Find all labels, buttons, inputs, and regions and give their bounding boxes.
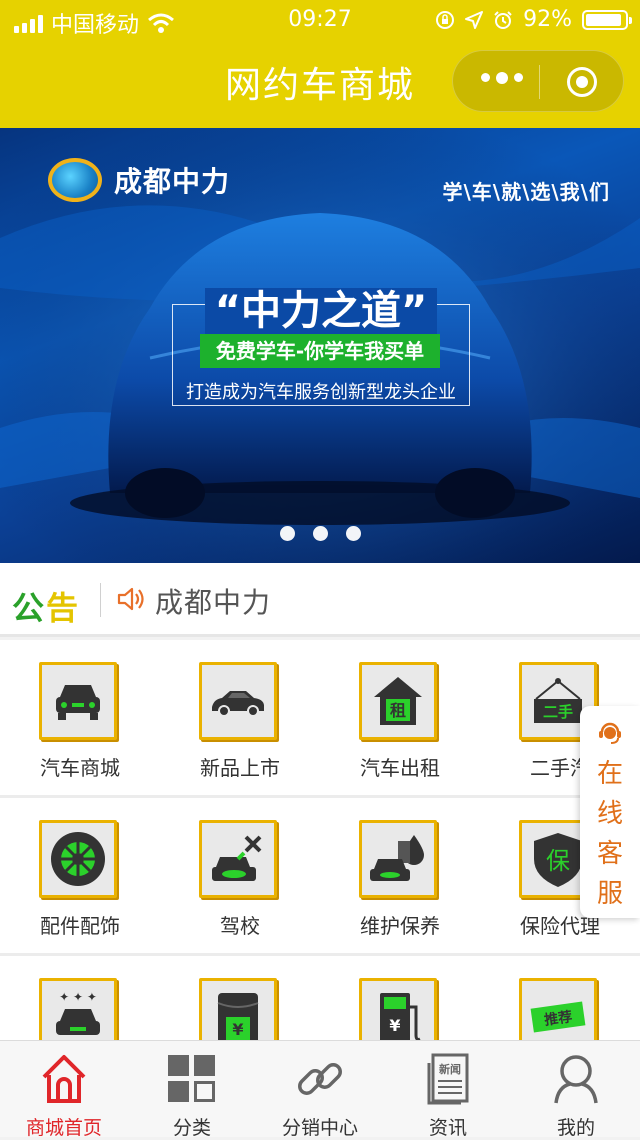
- svg-text:新闻: 新闻: [439, 1062, 461, 1076]
- svg-text:✦ ✦ ✦: ✦ ✦ ✦: [59, 990, 97, 1004]
- link-icon: [298, 1063, 342, 1095]
- ellipsis-icon[interactable]: [481, 71, 523, 84]
- banner-tagline: 免费学车-你学车我买单: [200, 334, 440, 368]
- location-icon: [465, 10, 484, 29]
- brand-name: 成都中力: [114, 165, 231, 198]
- user-icon: [554, 1055, 598, 1104]
- service-label: 在线客服: [596, 759, 623, 909]
- category-car-mall[interactable]: 汽车商城: [0, 640, 160, 795]
- svg-text:保: 保: [546, 847, 570, 875]
- car-repair-icon: [199, 820, 277, 898]
- pager-dot[interactable]: [279, 526, 295, 541]
- svg-text:¥: ¥: [389, 1016, 400, 1035]
- category-label: 维护保养: [360, 914, 440, 938]
- oil-drop-car-icon: [359, 820, 437, 898]
- pager-dot[interactable]: [312, 526, 328, 541]
- category-maintenance[interactable]: 维护保养: [320, 798, 480, 953]
- battery-icon: [582, 9, 632, 30]
- svg-text:二手: 二手: [543, 703, 573, 721]
- category-label: 汽车商城: [40, 756, 120, 780]
- category-driving-school[interactable]: 驾校: [160, 798, 320, 953]
- car-front-icon: [39, 662, 117, 740]
- home-icon: [42, 1055, 86, 1103]
- category-car-rental[interactable]: 租 汽车出租: [320, 640, 480, 795]
- battery-fill: [586, 13, 621, 26]
- category-label: 配件配饰: [40, 914, 120, 938]
- mini-program-capsule: [452, 50, 624, 112]
- announcement-bar[interactable]: 公告 成都中力: [0, 563, 640, 637]
- rent-house-icon: 租: [359, 662, 437, 740]
- carousel-pager: [0, 526, 640, 541]
- announcement-tag: 公告: [12, 589, 81, 627]
- tab-profile[interactable]: 我的: [512, 1041, 640, 1139]
- brand-logo: [48, 158, 102, 202]
- category-parts[interactable]: 配件配饰: [0, 798, 160, 953]
- battery-percent: 92%: [523, 7, 572, 32]
- tab-news[interactable]: 新闻 资讯: [384, 1041, 512, 1139]
- category-label: 驾校: [220, 914, 260, 938]
- status-bar: 中国移动 09:27 92%: [0, 0, 640, 40]
- banner-headline: “中力之道”: [172, 278, 470, 336]
- tab-home[interactable]: 商城首页: [0, 1041, 128, 1139]
- news-icon: 新闻: [427, 1053, 469, 1105]
- banner-carousel[interactable]: 成都中力 学\车\就\选\我\们 “中力之道” 免费学车-你学车我买单 打造成为…: [0, 128, 640, 563]
- category-label: 新品上市: [200, 756, 280, 780]
- capsule-divider: [539, 65, 540, 99]
- brand-logo-group: 成都中力: [48, 158, 230, 202]
- wheel-icon: [39, 820, 117, 898]
- svg-text:租: 租: [390, 701, 406, 720]
- category-grid-icon: [168, 1055, 215, 1102]
- category-label: 汽车出租: [360, 756, 440, 780]
- announcement-text: 成都中力: [155, 586, 272, 619]
- tab-distribution[interactable]: 分销中心: [256, 1041, 384, 1139]
- banner-slogan: 学\车\就\选\我\们: [442, 180, 610, 204]
- banner-subline: 打造成为汽车服务创新型龙头企业: [186, 382, 456, 403]
- svg-text:¥: ¥: [232, 1020, 243, 1039]
- category-row: 配件配饰 驾校 维护保养 保 保险代理: [0, 798, 640, 956]
- online-service-button[interactable]: 在线客服: [580, 706, 640, 918]
- alarm-icon: [494, 10, 512, 29]
- tab-bar: 商城首页 分类 分销中心 新闻 资讯 我的: [0, 1040, 640, 1139]
- pager-dot[interactable]: [345, 526, 361, 541]
- target-icon[interactable]: [567, 67, 597, 97]
- top-bar: 中国移动 09:27 92% 网约车商城: [0, 0, 640, 128]
- rotation-lock-icon: [436, 10, 455, 29]
- speaker-icon: [117, 587, 144, 611]
- sedan-icon: [199, 662, 277, 740]
- announcement-divider: [100, 583, 101, 617]
- tab-category[interactable]: 分类: [128, 1041, 256, 1139]
- headset-icon: [599, 722, 621, 744]
- status-right: 92%: [435, 7, 632, 32]
- category-new-arrivals[interactable]: 新品上市: [160, 640, 320, 795]
- category-row: 汽车商城 新品上市 租 汽车出租 二手 二手汽: [0, 640, 640, 798]
